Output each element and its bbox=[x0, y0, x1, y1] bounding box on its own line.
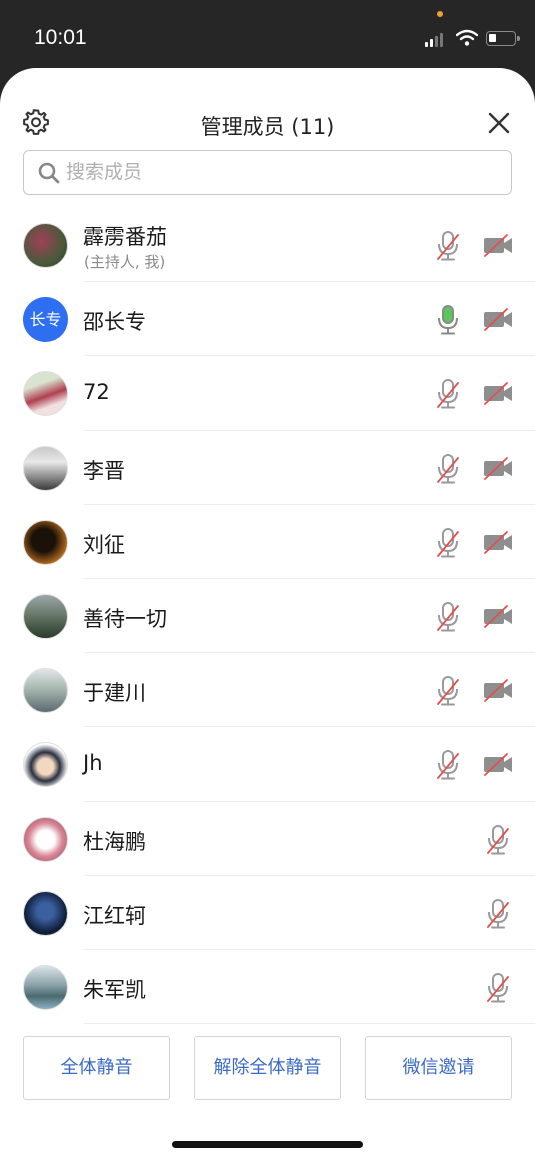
camera-off-icon[interactable] bbox=[483, 603, 513, 629]
member-name: 杜海鹏 bbox=[83, 829, 146, 854]
cellular-signal-icon bbox=[425, 31, 445, 47]
search-box[interactable] bbox=[23, 150, 512, 195]
member-list: 霹雳番茄 (主持人, 我) 长专 邵长专 72 李晋 刘征 善待一切 于建川 Jh … bbox=[0, 208, 535, 1025]
member-row[interactable]: 李晋 bbox=[0, 431, 535, 505]
member-role: (主持人, 我) bbox=[84, 253, 166, 271]
avatar bbox=[23, 742, 68, 788]
search-icon bbox=[38, 162, 60, 184]
avatar: 长专 bbox=[23, 297, 68, 343]
member-name: 刘征 bbox=[83, 532, 125, 557]
member-row[interactable]: 杜海鹏 bbox=[0, 802, 535, 876]
search-input[interactable] bbox=[66, 151, 496, 193]
member-name: 邵长专 bbox=[83, 310, 146, 335]
mic-muted-icon[interactable] bbox=[435, 453, 461, 485]
member-row[interactable]: Jh bbox=[0, 727, 535, 802]
camera-off-icon[interactable] bbox=[483, 380, 513, 406]
avatar bbox=[23, 964, 68, 1010]
mic-muted-icon[interactable] bbox=[485, 898, 511, 930]
member-row[interactable]: 朱军凯 bbox=[0, 950, 535, 1025]
wifi-icon bbox=[456, 29, 478, 46]
avatar bbox=[23, 816, 68, 862]
mic-muted-icon[interactable] bbox=[435, 230, 461, 262]
member-row[interactable]: 江红轲 bbox=[0, 876, 535, 950]
home-indicator bbox=[172, 1141, 363, 1148]
member-row[interactable]: 霹雳番茄 (主持人, 我) bbox=[0, 208, 535, 283]
page-title: 管理成员 (11) bbox=[200, 115, 335, 139]
member-name: 李晋 bbox=[83, 458, 125, 483]
avatar bbox=[23, 445, 68, 491]
avatar bbox=[23, 371, 68, 417]
unmute-all-button[interactable]: 解除全体静音 bbox=[194, 1036, 341, 1100]
privacy-indicator-dot bbox=[437, 11, 443, 17]
mic-muted-icon[interactable] bbox=[435, 378, 461, 410]
avatar bbox=[23, 223, 68, 268]
action-buttons: 全体静音 解除全体静音 微信邀请 bbox=[0, 1036, 535, 1100]
avatar bbox=[23, 519, 68, 565]
row-divider bbox=[84, 1023, 535, 1025]
sheet-header: 管理成员 (11) bbox=[0, 68, 535, 148]
avatar bbox=[23, 890, 68, 936]
camera-off-icon[interactable] bbox=[483, 306, 513, 332]
member-row[interactable]: 善待一切 bbox=[0, 579, 535, 654]
status-time: 10:01 bbox=[34, 26, 87, 49]
camera-off-icon[interactable] bbox=[483, 455, 513, 481]
battery-icon bbox=[486, 31, 520, 46]
manage-members-sheet: 管理成员 (11) 霹雳番茄 (主持人, 我) 长专邵长专 72 李晋 刘征 善待… bbox=[0, 68, 535, 1160]
member-name: 72 bbox=[83, 380, 110, 405]
mic-muted-icon[interactable] bbox=[485, 824, 511, 856]
member-name: 朱军凯 bbox=[83, 977, 146, 1002]
member-row[interactable]: 刘征 bbox=[0, 505, 535, 579]
close-icon[interactable] bbox=[487, 111, 511, 135]
mic-on-icon[interactable] bbox=[435, 304, 461, 336]
mic-muted-icon[interactable] bbox=[435, 527, 461, 559]
camera-off-icon[interactable] bbox=[483, 677, 513, 703]
camera-off-icon[interactable] bbox=[483, 751, 513, 777]
member-name: 霹雳番茄 bbox=[83, 225, 167, 249]
member-row[interactable]: 长专 邵长专 bbox=[0, 282, 535, 357]
member-name: 于建川 bbox=[83, 681, 146, 706]
camera-off-icon[interactable] bbox=[483, 232, 513, 258]
mic-muted-icon[interactable] bbox=[435, 749, 461, 781]
member-name: Jh bbox=[83, 751, 103, 776]
mic-muted-icon[interactable] bbox=[435, 675, 461, 707]
member-name: 江红轲 bbox=[83, 903, 146, 928]
avatar bbox=[23, 668, 68, 714]
mic-muted-icon[interactable] bbox=[485, 972, 511, 1004]
member-name: 善待一切 bbox=[83, 606, 167, 631]
mute-all-button[interactable]: 全体静音 bbox=[23, 1036, 170, 1100]
wechat-invite-button[interactable]: 微信邀请 bbox=[365, 1036, 512, 1100]
member-row[interactable]: 72 bbox=[0, 356, 535, 431]
avatar bbox=[23, 593, 68, 639]
camera-off-icon[interactable] bbox=[483, 529, 513, 555]
status-bar: 10:01 bbox=[0, 0, 535, 72]
member-row[interactable]: 于建川 bbox=[0, 653, 535, 728]
mic-muted-icon[interactable] bbox=[435, 601, 461, 633]
